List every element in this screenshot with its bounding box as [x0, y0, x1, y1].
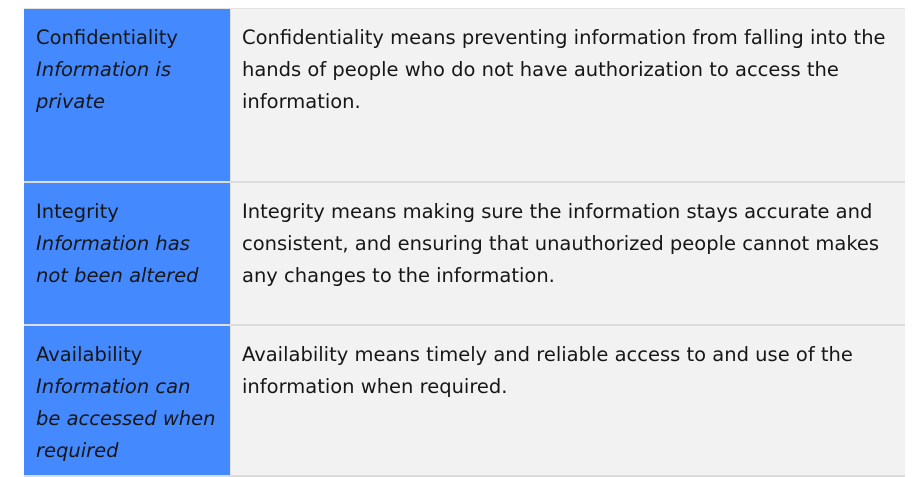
description-cell: Availability means timely and reliable a… — [230, 326, 905, 475]
table-row-availability: Availability Information can be accessed… — [24, 326, 905, 477]
term-cell: Availability Information can be accessed… — [24, 326, 230, 475]
table-row-confidentiality: Confidentiality Information is private C… — [24, 8, 905, 183]
term-title: Confidentiality — [36, 26, 178, 49]
term-subtitle: Information is private — [36, 58, 171, 113]
cia-triad-table: Confidentiality Information is private C… — [24, 8, 905, 477]
description-cell: Integrity means making sure the informat… — [230, 183, 905, 324]
term-subtitle: Information has not been altered — [36, 232, 199, 287]
term-cell: Integrity Information has not been alter… — [24, 183, 230, 324]
term-title: Integrity — [36, 200, 119, 223]
term-cell: Confidentiality Information is private — [24, 9, 230, 181]
table-row-integrity: Integrity Information has not been alter… — [24, 183, 905, 326]
term-title: Availability — [36, 343, 143, 366]
term-subtitle: Information can be accessed when require… — [36, 375, 216, 462]
description-cell: Confidentiality means preventing informa… — [230, 9, 905, 181]
